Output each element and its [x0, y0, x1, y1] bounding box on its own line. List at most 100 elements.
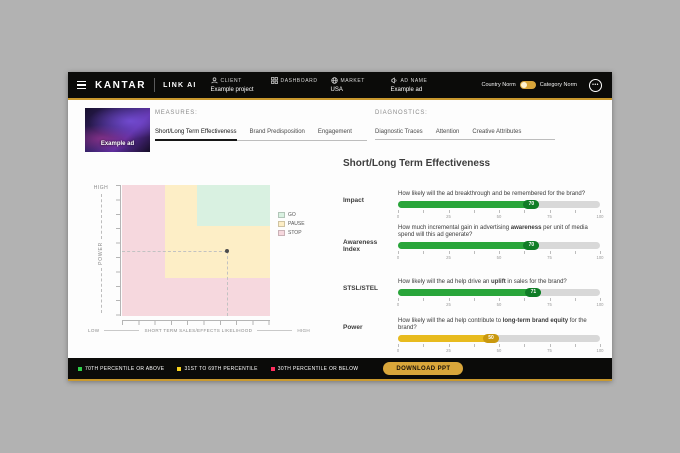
- client-value: Example project: [211, 87, 271, 93]
- metric-row-stsl-stel: STSL/STEL How likely will the ad help dr…: [343, 279, 612, 309]
- kantar-logo: KANTAR: [95, 80, 146, 91]
- ad-thumbnail-caption: Example ad: [85, 141, 150, 147]
- header-divider: [154, 78, 155, 92]
- score-badge: 71: [525, 288, 541, 297]
- more-options-button[interactable]: •••: [589, 79, 602, 92]
- quadrant-legend: GO PAUSE STOP: [278, 212, 305, 239]
- green-percentile-swatch: [78, 367, 82, 371]
- x-axis-line: [104, 330, 139, 331]
- crosshair-vertical: [227, 251, 228, 317]
- tab-attention[interactable]: Attention: [436, 129, 460, 139]
- market-globe-icon: [331, 77, 338, 84]
- diagnostics-label: DIAGNOSTICS:: [375, 110, 555, 116]
- metric-row-power: Power How likely will the ad help contri…: [343, 318, 612, 355]
- metric-question: How likely will the ad help contribute t…: [398, 318, 600, 332]
- score-badge: 70: [523, 241, 539, 250]
- diagnostics-tabs: Diagnostic Traces Attention Creative Att…: [375, 129, 555, 140]
- stop-swatch: [278, 230, 285, 236]
- bar-scale: 0255075100: [398, 344, 600, 355]
- metric-label: Impact: [343, 197, 395, 204]
- score-badge: 70: [523, 200, 539, 209]
- measures-tabs: Short/Long Term Effectiveness Brand Pred…: [155, 129, 367, 141]
- top-bar: KANTAR LINK AI CLIENT Example project: [68, 72, 612, 100]
- product-name: LINK AI: [163, 82, 196, 89]
- x-axis-line: [257, 330, 292, 331]
- measures-section: MEASURES: Short/Long Term Effectiveness …: [155, 110, 367, 141]
- x-axis-low-label: LOW: [88, 328, 99, 333]
- tab-creative-attributes[interactable]: Creative Attributes: [472, 129, 521, 139]
- ad-name-value: Example ad: [391, 87, 451, 93]
- metric-row-awareness-index: Awareness Index How much incremental gai…: [343, 225, 612, 262]
- footer-legend-yellow: 31ST TO 69TH PERCENTILE: [177, 366, 257, 372]
- metric-label: Power: [343, 324, 395, 331]
- measures-label: MEASURES:: [155, 110, 367, 116]
- metric-question: How likely will the ad breakthrough and …: [398, 191, 600, 198]
- nav-market[interactable]: MARKET USA: [331, 77, 391, 93]
- x-axis: LOW SHORT TERM SALES/EFFECTS LIKELIHOOD …: [88, 328, 310, 333]
- category-norm-label: Category Norm: [540, 82, 577, 88]
- x-axis-title: SHORT TERM SALES/EFFECTS LIKELIHOOD: [144, 328, 252, 333]
- download-ppt-button[interactable]: DOWNLOAD PPT: [383, 362, 463, 375]
- metric-bar: 70: [398, 201, 600, 208]
- nav-dashboard[interactable]: DASHBOARD: [271, 77, 331, 93]
- norm-toggle-group: Country Norm Category Norm: [481, 81, 577, 89]
- country-norm-label: Country Norm: [481, 82, 515, 88]
- bar-fill: [398, 242, 539, 249]
- metric-bar: 70: [398, 242, 600, 249]
- crosshair-horizontal: [122, 251, 227, 252]
- y-axis-dash: [101, 268, 102, 313]
- legend-item-pause: PAUSE: [278, 221, 305, 227]
- y-axis-high-label: HIGH: [94, 185, 109, 191]
- y-axis: HIGH POWER: [88, 185, 114, 316]
- metric-label: Awareness Index: [343, 239, 395, 253]
- metric-question: How likely will the ad help drive an upl…: [398, 279, 600, 286]
- diagnostics-section: DIAGNOSTICS: Diagnostic Traces Attention…: [375, 110, 555, 140]
- norm-toggle[interactable]: [520, 81, 536, 89]
- client-icon: [211, 77, 218, 84]
- quadrant-plot-area: [122, 185, 270, 316]
- content-area: Example ad MEASURES: Short/Long Term Eff…: [68, 100, 612, 358]
- page-background: KANTAR LINK AI CLIENT Example project: [0, 0, 680, 453]
- nav-ad-name[interactable]: AD NAME Example ad: [391, 77, 451, 93]
- page-title: Short/Long Term Effectiveness: [343, 158, 490, 169]
- bar-scale: 0255075100: [398, 210, 600, 221]
- bar-scale: 0255075100: [398, 298, 600, 309]
- ad-name-icon: [391, 77, 398, 84]
- data-point: [225, 249, 229, 253]
- footer-legend-red: 30TH PERCENTILE OR BELOW: [271, 366, 359, 372]
- bottom-bar: 70TH PERCENTILE OR ABOVE 31ST TO 69TH PE…: [68, 358, 612, 381]
- footer-legend-green: 70TH PERCENTILE OR ABOVE: [78, 366, 164, 372]
- zone-go: [197, 185, 270, 226]
- ad-thumbnail: Example ad: [85, 108, 150, 152]
- quadrant-chart: HIGH POWER LOW SHORT TERM SALES/EFFECTS …: [88, 185, 328, 358]
- yellow-percentile-swatch: [177, 367, 181, 371]
- tab-short-long-term-effectiveness[interactable]: Short/Long Term Effectiveness: [155, 129, 237, 141]
- pause-swatch: [278, 221, 285, 227]
- y-axis-dash: [101, 194, 102, 239]
- header-nav: CLIENT Example project DASHBOARD: [211, 77, 451, 93]
- bar-fill: [398, 201, 539, 208]
- tab-diagnostic-traces[interactable]: Diagnostic Traces: [375, 129, 423, 139]
- metric-bar: 50: [398, 335, 600, 342]
- metric-label: STSL/STEL: [343, 285, 395, 292]
- market-value: USA: [331, 87, 391, 93]
- metric-bar: 71: [398, 289, 600, 296]
- metric-question: How much incremental gain in advertising…: [398, 225, 600, 239]
- menu-icon[interactable]: [77, 81, 86, 89]
- red-percentile-swatch: [271, 367, 275, 371]
- y-axis-ticks: [116, 185, 121, 316]
- score-badge: 50: [483, 334, 499, 343]
- legend-item-stop: STOP: [278, 230, 305, 236]
- tab-brand-predisposition[interactable]: Brand Predisposition: [250, 129, 305, 140]
- x-axis-ticks: [122, 320, 270, 325]
- go-swatch: [278, 212, 285, 218]
- dashboard-icon: [271, 77, 278, 84]
- ellipsis-icon: •••: [592, 82, 599, 88]
- app-window: KANTAR LINK AI CLIENT Example project: [68, 72, 612, 381]
- bar-fill: [398, 289, 541, 296]
- toggle-knob: [521, 82, 527, 88]
- x-axis-high-label: HIGH: [297, 328, 310, 333]
- nav-client[interactable]: CLIENT Example project: [211, 77, 271, 93]
- bar-scale: 0255075100: [398, 251, 600, 262]
- tab-engagement[interactable]: Engagement: [318, 129, 352, 140]
